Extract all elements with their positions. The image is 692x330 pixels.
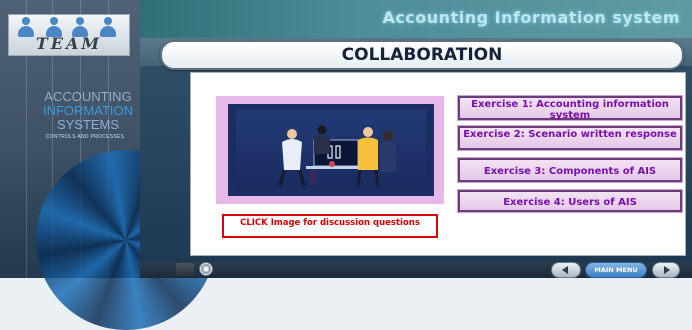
book-cover-panel: TEAM ACCOUNTING INFORMATION SYSTEMS CONT… (0, 0, 216, 330)
cover-title-line: INFORMATION (42, 103, 134, 118)
next-arrow-icon (664, 266, 670, 274)
app-title: Accounting Information system (382, 8, 680, 27)
title-banner: COLLABORATION (160, 40, 684, 70)
exercise-1-button[interactable]: Exercise 1: Accounting information syste… (457, 95, 683, 121)
top-bar: Accounting Information system (140, 0, 692, 38)
page-title: COLLABORATION (341, 45, 503, 65)
back-icon[interactable] (176, 263, 194, 276)
cover-subtitle: CONTROLS AND PROCESSES (45, 134, 125, 140)
people-collaborating-icon (278, 125, 396, 187)
cover-title: ACCOUNTING INFORMATION SYSTEMS (40, 90, 136, 132)
prev-button[interactable] (551, 262, 581, 278)
discussion-questions-link[interactable]: CLICK Image for discussion questions (222, 214, 438, 238)
collaboration-illustration[interactable] (236, 110, 426, 190)
exercise-3-button[interactable]: Exercise 3: Components of AIS (457, 157, 683, 183)
prev-arrow-icon (562, 266, 568, 274)
next-button[interactable] (652, 262, 680, 278)
team-logo: TEAM (8, 14, 130, 56)
record-icon[interactable] (199, 262, 213, 276)
exercise-4-button[interactable]: Exercise 4: Users of AIS (457, 189, 683, 213)
cover-title-line: SYSTEMS (56, 117, 120, 132)
logo-text: TEAM (35, 34, 103, 53)
cover-title-line: ACCOUNTING (44, 89, 132, 104)
exercise-2-button[interactable]: Exercise 2: Scenario written response (457, 125, 683, 151)
main-menu-button[interactable]: MAIN MENU (585, 262, 647, 278)
